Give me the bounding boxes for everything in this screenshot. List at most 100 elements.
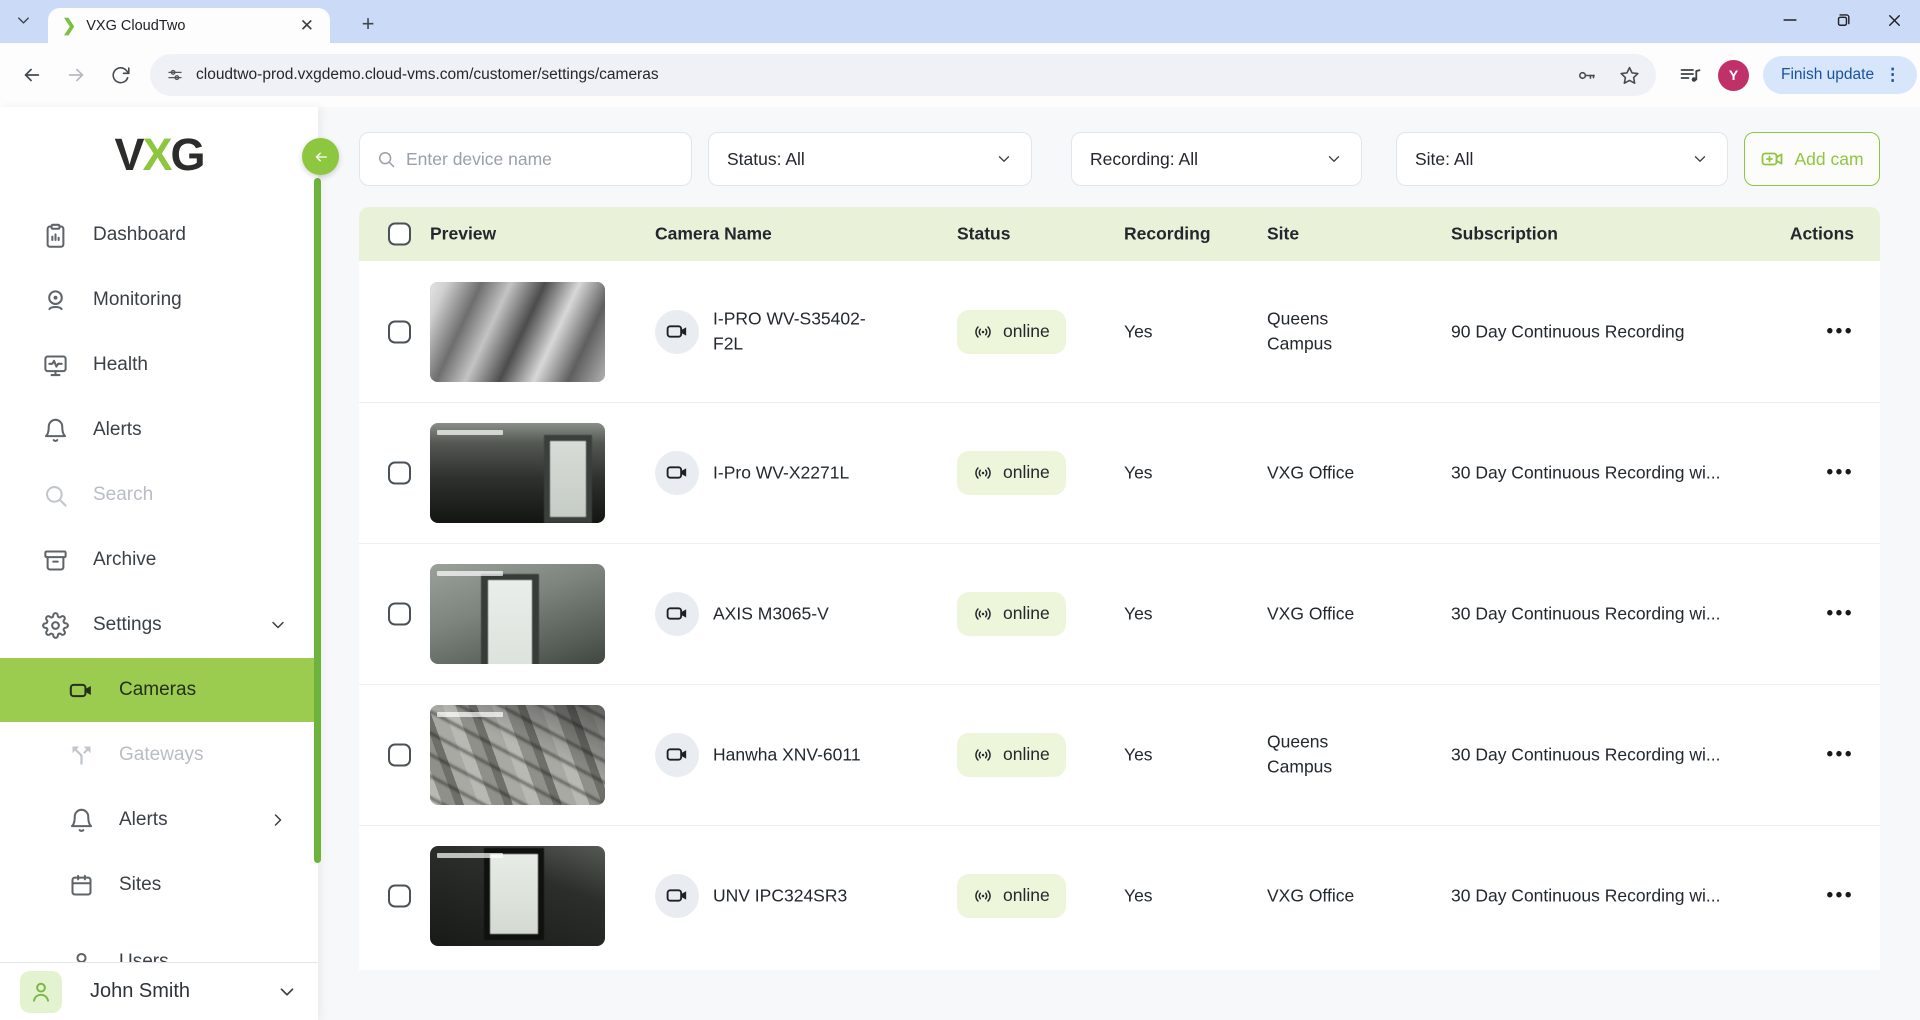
sidebar-scrollbar[interactable] <box>314 178 321 863</box>
sidebar-item-label: Monitoring <box>93 289 182 311</box>
split-arrows-icon <box>68 742 95 769</box>
status-badge: online <box>957 733 1066 777</box>
broadcast-icon <box>973 604 993 624</box>
recording-value: Yes <box>1124 885 1153 906</box>
table-row: UNV IPC324SR3 online Yes VXG Office 30 D… <box>359 825 1880 966</box>
browser-tab[interactable]: ❯ VXG CloudTwo ✕ <box>48 8 330 43</box>
sidebar-collapse-button[interactable] <box>302 138 339 175</box>
device-search-field[interactable] <box>359 132 692 186</box>
search-input[interactable] <box>406 149 675 170</box>
sidebar-item-label: Dashboard <box>93 224 186 246</box>
recording-filter-dropdown[interactable]: Recording: All <box>1071 132 1362 186</box>
row-checkbox[interactable] <box>388 602 411 625</box>
new-tab-button[interactable]: + <box>352 8 384 40</box>
webcam-icon <box>42 287 69 314</box>
status-filter-dropdown[interactable]: Status: All <box>708 132 1032 186</box>
finish-update-button[interactable]: Finish update ⋮ <box>1763 56 1917 94</box>
window-minimize-button[interactable] <box>1764 0 1816 40</box>
forward-button[interactable] <box>54 53 98 97</box>
url-bar[interactable]: cloudtwo-prod.vxgdemo.cloud-vms.com/cust… <box>150 54 1656 96</box>
table-header: Preview Camera Name Status Recording Sit… <box>359 207 1880 261</box>
tab-close-icon[interactable]: ✕ <box>294 14 320 38</box>
sidebar-item-cameras[interactable]: Cameras <box>0 658 318 722</box>
sidebar: VXG Dashboard Monitoring Health Alerts <box>0 107 318 1020</box>
table-row: AXIS M3065-V online Yes VXG Office 30 Da… <box>359 543 1880 684</box>
sidebar-item-label: Gateways <box>119 744 203 766</box>
url-text: cloudtwo-prod.vxgdemo.cloud-vms.com/cust… <box>196 66 1576 84</box>
broadcast-icon <box>973 463 993 483</box>
camera-thumbnail[interactable] <box>430 423 605 523</box>
row-actions-menu[interactable]: ••• <box>1827 744 1854 766</box>
site-filter-dropdown[interactable]: Site: All <box>1396 132 1728 186</box>
sidebar-item-gateways[interactable]: Gateways <box>0 723 318 787</box>
bookmark-star-icon[interactable] <box>1619 65 1640 86</box>
video-camera-icon <box>655 874 699 918</box>
header-camera-name: Camera Name <box>655 224 772 245</box>
vxg-logo: VXG <box>0 129 318 181</box>
chevron-down-icon <box>995 150 1013 168</box>
camera-thumbnail[interactable] <box>430 564 605 664</box>
camera-thumbnail[interactable] <box>430 282 605 382</box>
sidebar-item-label: Archive <box>93 549 156 571</box>
add-cam-button[interactable]: Add cam <box>1744 132 1880 186</box>
broadcast-icon <box>973 322 993 342</box>
row-checkbox[interactable] <box>388 884 411 907</box>
sidebar-item-dashboard[interactable]: Dashboard <box>0 203 318 267</box>
sidebar-item-settings[interactable]: Settings <box>0 593 318 657</box>
archive-icon <box>42 547 69 574</box>
row-actions-menu[interactable]: ••• <box>1827 321 1854 343</box>
profile-avatar[interactable]: Y <box>1718 60 1749 91</box>
password-key-icon[interactable] <box>1576 65 1597 86</box>
subscription-value: 30 Day Continuous Recording wi... <box>1451 603 1720 624</box>
row-actions-menu[interactable]: ••• <box>1827 885 1854 907</box>
video-camera-icon <box>68 677 95 704</box>
site-info-icon[interactable] <box>166 66 184 84</box>
camera-name: I-Pro WV-X2271L <box>713 460 849 485</box>
bell-icon <box>42 417 69 444</box>
camera-name: Hanwha XNV-6011 <box>713 742 861 767</box>
status-text: online <box>1003 462 1050 483</box>
status-filter-value: Status: All <box>727 149 805 170</box>
sidebar-item-label: Alerts <box>119 809 168 831</box>
sidebar-item-health[interactable]: Health <box>0 333 318 397</box>
back-button[interactable] <box>10 53 54 97</box>
sidebar-item-sites[interactable]: Sites <box>0 853 318 917</box>
site-value: VXG Office <box>1267 883 1354 908</box>
user-name: John Smith <box>90 980 248 1003</box>
select-all-checkbox[interactable] <box>388 223 411 246</box>
sidebar-item-archive[interactable]: Archive <box>0 528 318 592</box>
reload-button[interactable] <box>98 53 142 97</box>
header-actions: Actions <box>1790 224 1854 245</box>
camera-thumbnail[interactable] <box>430 846 605 946</box>
window-close-button[interactable] <box>1868 0 1920 40</box>
subscription-value: 30 Day Continuous Recording wi... <box>1451 462 1720 483</box>
gear-icon <box>42 612 69 639</box>
media-playlist-icon[interactable] <box>1678 63 1702 87</box>
sidebar-item-alerts[interactable]: Alerts <box>0 398 318 462</box>
add-camera-icon <box>1760 147 1784 171</box>
chevron-down-icon <box>268 615 288 635</box>
site-value: VXG Office <box>1267 601 1354 626</box>
sidebar-item-search[interactable]: Search <box>0 463 318 527</box>
chevron-down-icon <box>276 981 298 1003</box>
status-text: online <box>1003 885 1050 906</box>
browser-menu-icon[interactable]: ⋮ <box>1874 65 1911 85</box>
add-cam-label: Add cam <box>1794 149 1863 170</box>
tab-search-chevron-icon[interactable] <box>14 11 33 30</box>
window-restore-button[interactable] <box>1816 0 1868 40</box>
recording-value: Yes <box>1124 321 1153 342</box>
sidebar-item-label: Health <box>93 354 148 376</box>
sidebar-item-alerts-settings[interactable]: Alerts <box>0 788 318 852</box>
row-actions-menu[interactable]: ••• <box>1827 462 1854 484</box>
row-checkbox[interactable] <box>388 320 411 343</box>
sidebar-item-monitoring[interactable]: Monitoring <box>0 268 318 332</box>
row-checkbox[interactable] <box>388 461 411 484</box>
broadcast-icon <box>973 745 993 765</box>
row-actions-menu[interactable]: ••• <box>1827 603 1854 625</box>
user-menu[interactable]: John Smith <box>0 962 318 1020</box>
chevron-right-icon <box>268 810 288 830</box>
header-site: Site <box>1267 224 1299 245</box>
camera-thumbnail[interactable] <box>430 705 605 805</box>
finish-update-label: Finish update <box>1781 66 1874 84</box>
row-checkbox[interactable] <box>388 743 411 766</box>
